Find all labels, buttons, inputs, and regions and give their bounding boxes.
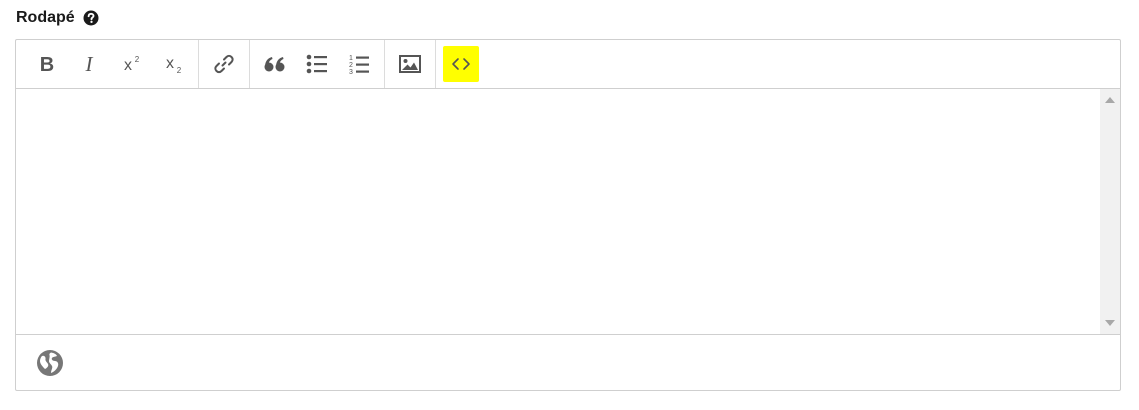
scroll-down-arrow-icon[interactable] [1105,320,1115,326]
image-button[interactable] [392,46,428,82]
code-icon [452,58,470,70]
editor-footer [16,335,1120,390]
svg-text:x: x [166,55,174,72]
svg-text:2: 2 [135,55,140,64]
italic-button[interactable]: I [71,46,107,82]
toolbar-group-media [384,40,435,88]
toolbar-group-formatting: B I x 2 x 2 [22,40,198,88]
svg-text:2: 2 [349,62,353,69]
italic-icon: I [85,54,94,74]
bold-button[interactable]: B [29,46,65,82]
subscript-icon: x 2 [166,55,182,74]
editor-content[interactable] [26,99,1090,324]
field-label-text: Rodapé [16,9,75,26]
toolbar-group-blocks: 1 2 3 [249,40,384,88]
numbered-list-icon: 1 2 3 [349,55,369,75]
bold-icon: B [40,54,54,74]
link-icon [214,54,234,74]
svg-text:x: x [124,57,132,74]
toolbar-group-source [435,40,486,88]
toolbar-group-link [198,40,249,88]
svg-text:3: 3 [349,69,353,75]
image-icon [399,55,421,73]
editor-scrollbar[interactable] [1100,89,1120,334]
superscript-button[interactable]: x 2 [113,46,149,82]
blockquote-button[interactable] [257,46,293,82]
superscript-icon: x 2 [124,55,140,74]
svg-text:I: I [85,54,94,74]
subscript-button[interactable]: x 2 [155,46,191,82]
source-code-button[interactable] [443,46,479,82]
svg-text:B: B [40,54,54,74]
svg-text:1: 1 [349,55,353,62]
numbered-list-button[interactable]: 1 2 3 [341,46,377,82]
editor-content-area[interactable] [16,89,1120,335]
editor-toolbar: B I x 2 x 2 1 2 3 [16,40,1120,89]
link-button[interactable] [206,46,242,82]
svg-text:2: 2 [177,66,182,74]
field-label: Rodapé [16,9,99,27]
rich-text-editor: B I x 2 x 2 1 2 3 [15,39,1121,391]
scroll-up-arrow-icon[interactable] [1105,97,1115,103]
quote-icon [264,57,285,72]
bulleted-list-button[interactable] [299,46,335,82]
bulleted-list-icon [306,54,327,74]
globe-icon[interactable] [36,349,64,377]
question-circle-icon[interactable] [83,10,99,26]
